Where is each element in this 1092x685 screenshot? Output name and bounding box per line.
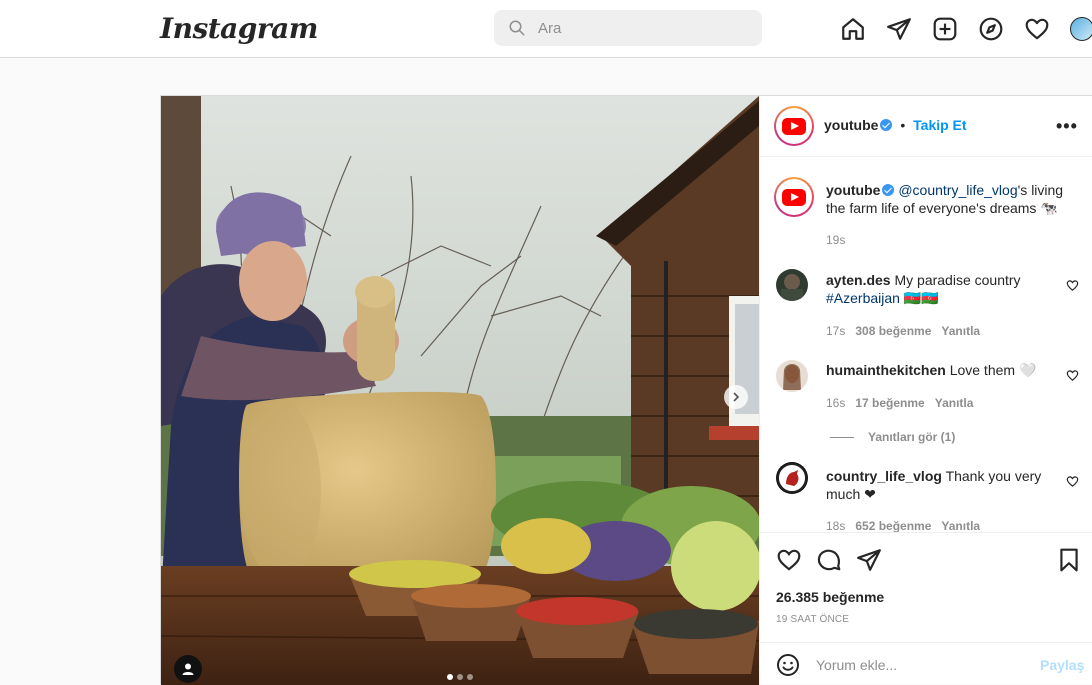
comment-text: Love them 🤍 [949,362,1037,378]
post-actions: 26.385 beğenme 19 SAAT ÖNCE [760,532,1092,642]
caption: youtube @country_life_vlog's living the … [826,181,1076,217]
explore-compass-icon[interactable] [978,16,1004,42]
comment-emoji: 🇦🇿🇦🇿 [903,290,939,306]
caption-mention-link[interactable]: @country_life_vlog [898,182,1017,198]
reply-button[interactable]: Yanıtla [941,324,980,338]
comment-meta: 16s 17 beğenme Yanıtla [826,396,973,410]
youtube-logo-icon [782,188,806,206]
verified-badge-icon [882,184,895,196]
comment-meta: 18s 652 beğenme Yanıtla [826,519,980,532]
hashtag-link[interactable]: #Azerbaijan [826,290,900,306]
top-navigation-bar: Instagram [0,0,1092,58]
add-comment-bar: Paylaş [760,642,1092,685]
search-input[interactable] [538,10,748,46]
post-image[interactable] [161,96,759,685]
comment-input[interactable] [816,651,1026,679]
replies-divider [830,437,854,439]
reply-button[interactable]: Yanıtla [941,519,980,532]
commenter-avatar[interactable] [776,462,808,494]
view-replies-label[interactable]: Yanıtları gör (1) [868,430,955,444]
comment-item-content: country_life_vlog Thank you very much ❤ [826,467,1046,503]
home-icon[interactable] [840,16,866,42]
reply-button[interactable]: Yanıtla [935,396,974,410]
view-replies-button[interactable]: Yanıtları gör (1) [830,430,955,444]
carousel-dot [457,674,463,680]
caption-avatar[interactable] [774,177,814,217]
post-comment-button[interactable]: Paylaş [1040,657,1084,673]
comment-like-heart-icon[interactable] [1066,475,1079,488]
author-username[interactable]: youtube [824,117,878,133]
profile-avatar[interactable] [1070,17,1092,41]
direct-message-icon[interactable] [886,16,912,42]
comment-likes[interactable]: 308 beğenme [855,324,931,338]
caption-time: 19s [826,233,846,247]
emoji-icon[interactable] [776,653,800,677]
carousel-indicator [447,674,473,680]
carousel-dot [467,674,473,680]
comment-likes[interactable]: 17 beğenme [855,396,924,410]
instagram-logo[interactable]: Instagram [160,12,318,45]
search-box[interactable] [494,10,762,46]
post-card: youtube • Takip Et ••• youtube @country_… [160,95,1092,685]
share-direct-icon[interactable] [856,547,882,573]
search-icon [509,20,525,36]
follow-button[interactable]: Takip Et [913,117,966,133]
activity-heart-icon[interactable] [1024,16,1050,42]
comment-username[interactable]: humainthekitchen [826,362,946,378]
comment-time: 16s [826,396,846,410]
comment-text: My paradise country [894,272,1021,288]
like-heart-icon[interactable] [776,547,802,573]
post-photo [161,96,759,685]
like-count[interactable]: 26.385 beğenme [776,589,884,605]
user-icon [182,663,194,675]
verified-badge-icon [880,119,893,131]
post-header: youtube • Takip Et ••• [760,96,1092,157]
comment-username[interactable]: ayten.des [826,272,891,288]
comment-like-heart-icon[interactable] [1066,369,1079,382]
comments-list: youtube @country_life_vlog's living the … [760,157,1092,532]
caption-username[interactable]: youtube [826,182,880,198]
comment-time: 18s [826,519,846,532]
comment-item: ayten.des My paradise country #Azerbaija… [826,271,1056,307]
save-bookmark-icon[interactable] [1056,547,1082,573]
comment-time: 17s [826,324,846,338]
author-line: youtube • Takip Et [824,117,967,133]
post-timestamp[interactable]: 19 SAAT ÖNCE [776,614,849,625]
more-options-button[interactable]: ••• [1056,116,1078,137]
comment-like-heart-icon[interactable] [1066,279,1079,292]
comment-meta: 17s 308 beğenme Yanıtla [826,324,980,338]
separator-dot: • [900,117,906,133]
next-image-button[interactable] [724,385,748,409]
comment-username[interactable]: country_life_vlog [826,468,942,484]
avatar-image [783,364,801,390]
commenter-avatar[interactable] [776,269,808,301]
chevron-right-icon [733,392,740,402]
commenter-avatar[interactable] [776,360,808,392]
author-avatar[interactable] [774,106,814,146]
comment-likes[interactable]: 652 beğenme [855,519,931,532]
new-post-icon[interactable] [932,16,958,42]
tagged-users-button[interactable] [174,655,202,683]
rooster-avatar-icon [777,463,807,493]
carousel-dot [447,674,453,680]
post-sidebar: youtube • Takip Et ••• youtube @country_… [759,96,1092,685]
youtube-logo-icon [782,117,806,135]
comment-bubble-icon[interactable] [816,547,842,573]
comment-item: humainthekitchen Love them 🤍 [826,361,1056,379]
avatar-image [781,274,803,301]
